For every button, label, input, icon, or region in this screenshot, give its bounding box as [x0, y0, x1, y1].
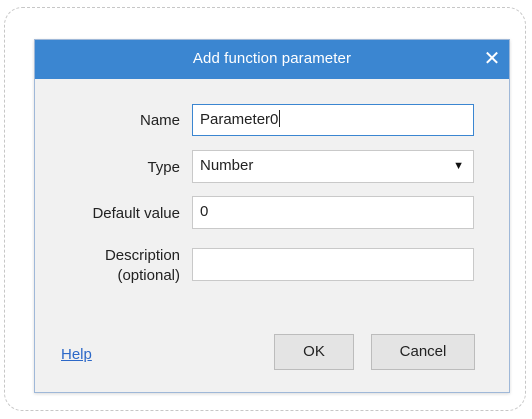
- dialog-title: Add function parameter: [192, 50, 352, 67]
- chevron-down-icon: ▼: [453, 160, 464, 172]
- description-label-line2: (optional): [117, 267, 180, 284]
- cancel-button[interactable]: Cancel: [371, 334, 475, 370]
- name-input-value: Parameter0: [200, 111, 279, 128]
- default-value-input[interactable]: 0: [192, 196, 474, 229]
- default-value-input-value: 0: [200, 203, 209, 220]
- close-icon[interactable]: ✕: [475, 40, 509, 79]
- text-caret: [279, 110, 281, 127]
- type-label: Type: [147, 159, 180, 176]
- description-input[interactable]: [192, 248, 474, 281]
- dialog-titlebar: Add function parameter ✕: [35, 40, 509, 79]
- ok-button[interactable]: OK: [274, 334, 354, 370]
- name-label: Name: [139, 112, 180, 129]
- name-input[interactable]: Parameter0: [192, 104, 474, 136]
- type-select-value: Number: [200, 157, 254, 174]
- help-link[interactable]: Help: [61, 346, 92, 363]
- type-select[interactable]: Number ▼: [192, 150, 474, 183]
- description-label-line1: Description: [104, 247, 180, 264]
- add-function-parameter-dialog: Add function parameter ✕ Name Parameter0…: [34, 39, 510, 393]
- description-label: Description (optional): [55, 246, 180, 286]
- default-value-label: Default value: [92, 205, 180, 222]
